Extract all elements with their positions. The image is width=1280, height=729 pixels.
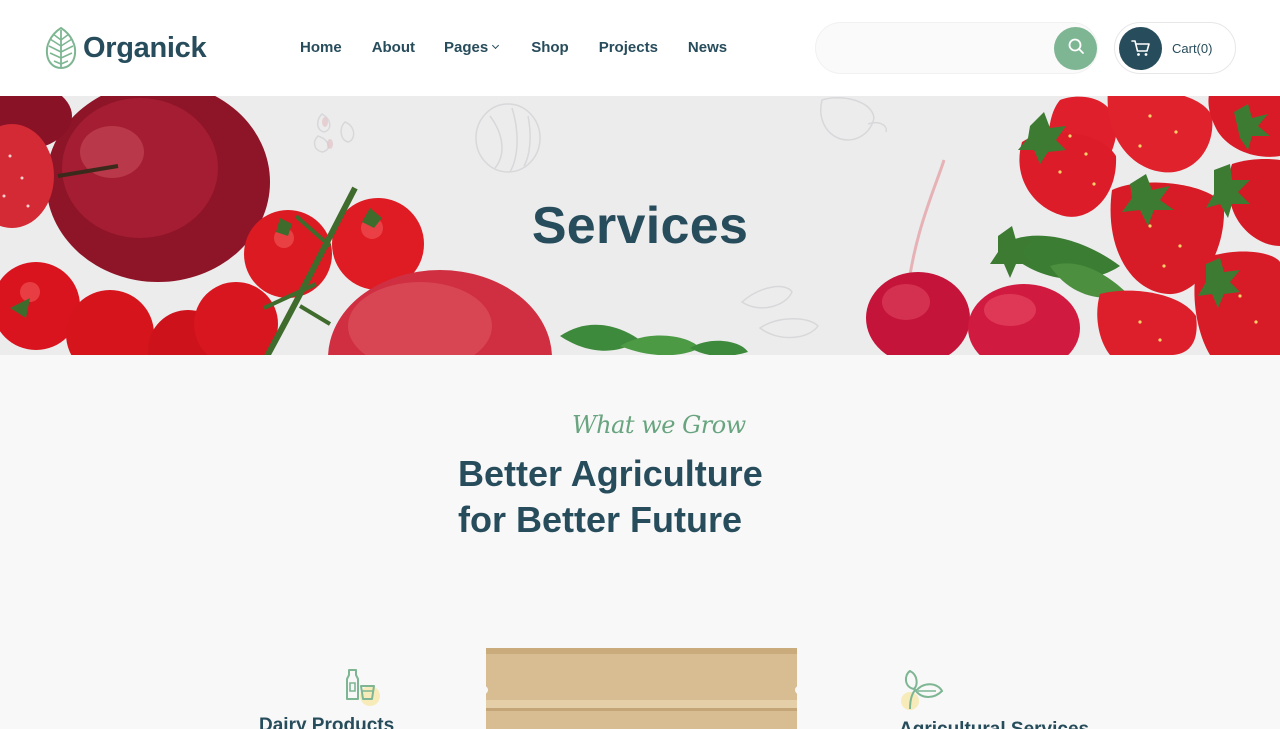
search-bar [815,22,1098,74]
leaf-logo-icon [45,26,77,70]
section-heading-line1: Better Agriculture [458,453,763,494]
nav-pages-label: Pages [444,38,489,56]
cart-label: Cart(0) [1172,40,1213,56]
nav-pages[interactable]: Pages [444,36,500,58]
section-heading-line2: for Better Future [458,499,743,540]
services-section: What we Grow Better Agriculture for Bett… [0,355,1280,729]
search-button[interactable] [1054,27,1097,70]
section-heading: Better Agriculture for Better Future [458,451,763,543]
sprout-leaf-icon [900,669,944,716]
brand-name: Organick [83,31,207,64]
main-nav: Home About Pages Shop Projects News [300,36,727,58]
nav-about[interactable]: About [372,36,415,58]
section-subtitle: What we Grow [572,411,746,439]
search-icon [1067,37,1085,60]
nav-news[interactable]: News [688,36,727,58]
chevron-down-icon [492,41,500,50]
product-bag-image [480,648,803,729]
brand-logo[interactable]: Organick [45,26,207,70]
page-title: Services [531,197,749,255]
service-title-dairy[interactable]: Dairy Products [259,715,394,729]
nav-home[interactable]: Home [300,36,342,58]
cart-button[interactable]: Cart(0) [1114,22,1236,74]
nav-shop[interactable]: Shop [531,36,569,58]
cart-icon [1119,26,1162,70]
hero-banner: Services [0,96,1280,355]
dairy-bottle-icon [341,667,383,714]
service-title-agricultural[interactable]: Agricultural Services [899,719,1089,729]
search-input[interactable] [832,33,1052,65]
site-header: Organick Home About Pages Shop Projects … [0,0,1280,96]
nav-projects[interactable]: Projects [599,36,658,58]
